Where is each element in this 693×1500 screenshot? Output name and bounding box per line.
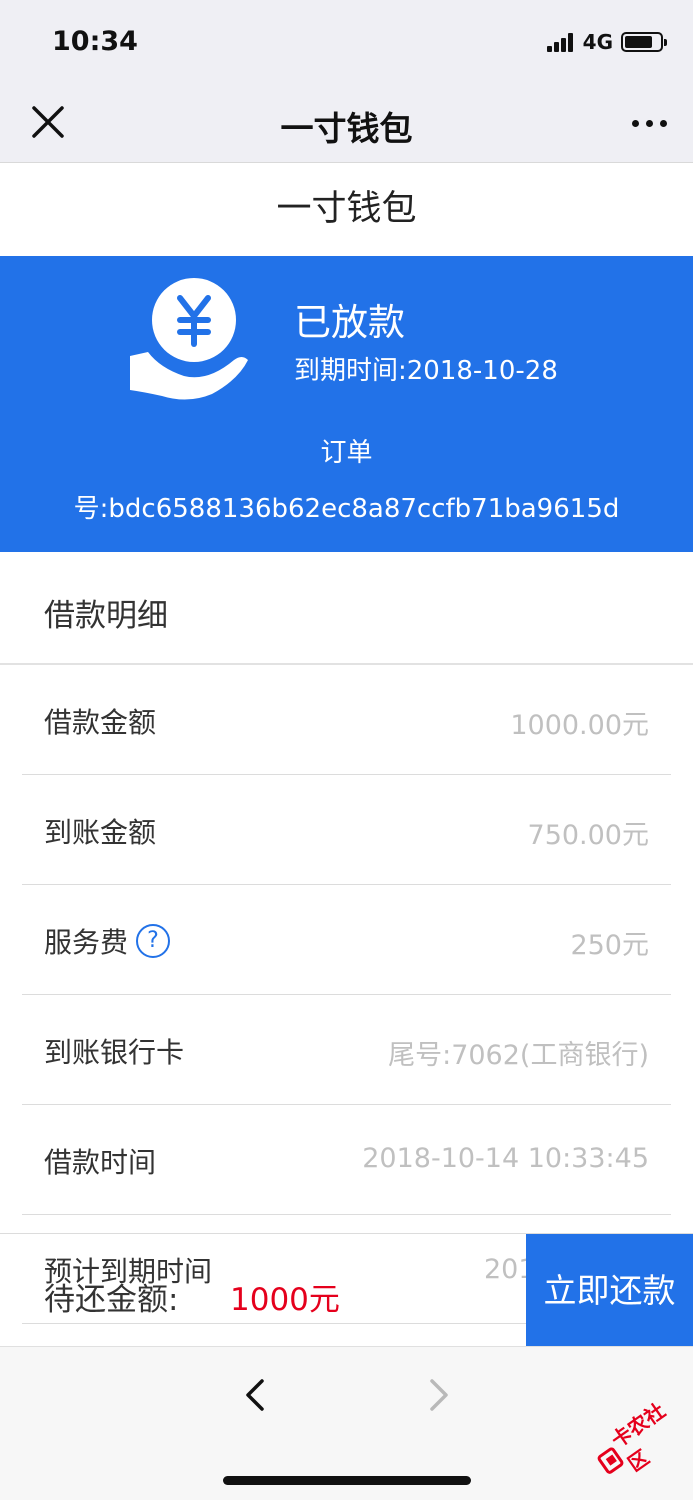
loan-status-banner: 已放款 到期时间:2018-10-28 订单 号:bdc6588136b62ec… (0, 256, 693, 552)
detail-row-service-fee: 服务费 ? 250元 (22, 885, 671, 995)
row-value: 750.00元 (527, 820, 649, 851)
order-id: 号:bdc6588136b62ec8a87ccfb71ba9615d (73, 494, 620, 524)
row-label: 服务费 (44, 926, 129, 959)
repay-now-button[interactable]: 立即还款 (526, 1234, 693, 1346)
divider (22, 1323, 526, 1324)
battery-level (625, 36, 653, 48)
page-title: 一寸钱包 (0, 163, 693, 256)
status-time: 10:34 (52, 26, 138, 57)
nav-bar: 一寸钱包 (0, 84, 693, 163)
help-icon[interactable]: ? (136, 924, 171, 958)
repay-bar: 预计到期时间 201 待还金额: 1000元 立即还款 (0, 1233, 693, 1346)
nav-title: 一寸钱包 (280, 109, 413, 148)
network-type: 4G (582, 30, 613, 54)
row-label: 借款时间 (44, 1146, 157, 1179)
loan-status: 已放款 (294, 301, 405, 344)
detail-row-received-amount: 到账金额 750.00元 (22, 775, 671, 885)
row-label: 到账银行卡 (44, 1036, 185, 1069)
row-value: 250元 (570, 930, 649, 961)
row-label-wrap: 服务费 ? (44, 921, 171, 961)
amount-due-value: 1000元 (230, 1282, 340, 1318)
status-bar: 10:34 4G (0, 0, 693, 84)
row-value: 1000.00元 (510, 710, 649, 741)
detail-row-bank-card: 到账银行卡 尾号:7062(工商银行) (22, 995, 671, 1105)
chevron-right-icon[interactable] (422, 1375, 454, 1415)
due-date: 到期时间:2018-10-28 (294, 356, 558, 386)
signal-icon (546, 32, 575, 52)
order-label: 订单 (320, 438, 373, 468)
home-indicator[interactable] (223, 1476, 471, 1485)
row-label: 到账金额 (44, 816, 157, 849)
status-indicators: 4G (546, 30, 667, 54)
section-title: 借款明细 (0, 552, 693, 665)
section-title-text: 借款明细 (44, 598, 168, 634)
amount-due-label: 待还金额: (44, 1282, 179, 1318)
detail-row-loan-amount: 借款金额 1000.00元 (22, 665, 671, 775)
detail-row-loan-time: 借款时间 2018-10-14 10:33:45 (22, 1105, 671, 1215)
battery-icon (621, 32, 667, 52)
chevron-left-icon[interactable] (240, 1375, 272, 1415)
more-dots-icon[interactable] (625, 120, 667, 127)
hand-holding-yuan-icon (130, 278, 248, 400)
row-value: 2018-10-14 10:33:45 (362, 1143, 649, 1174)
row-label: 借款金额 (44, 706, 157, 739)
row-value: 尾号:7062(工商银行) (388, 1040, 649, 1071)
